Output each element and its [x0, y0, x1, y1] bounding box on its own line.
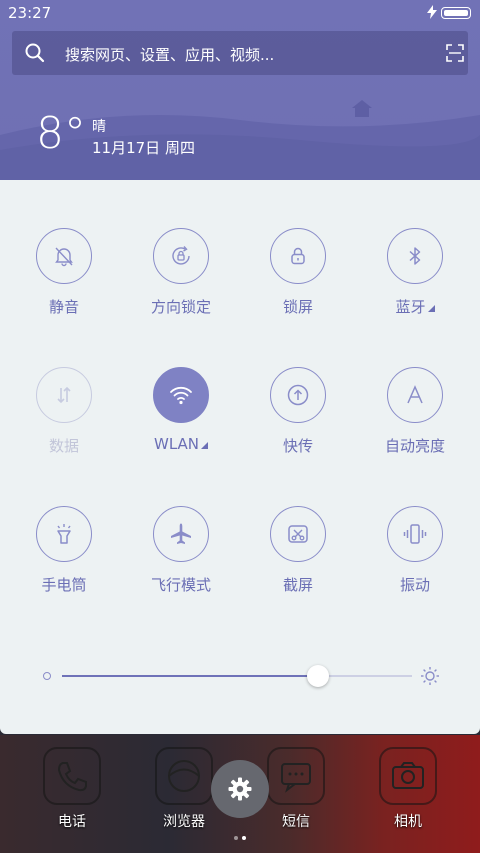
- tile-circle: [36, 506, 92, 562]
- page-indicator: [232, 825, 248, 844]
- gear-icon: [228, 777, 252, 801]
- charging-icon: [427, 5, 437, 19]
- auto-brightness-icon: [407, 385, 423, 404]
- camera-icon: [379, 747, 437, 805]
- search-placeholder: 搜索网页、设置、应用、视频...: [65, 46, 275, 64]
- tile-label: 锁屏: [282, 298, 313, 316]
- brightness-high-icon: [421, 667, 439, 685]
- lock-icon: [291, 247, 305, 265]
- tile-circle: [153, 367, 209, 423]
- page-dot-active: [242, 836, 246, 840]
- tile-circle: [270, 367, 326, 423]
- tile-wlan[interactable]: WLAN: [123, 367, 239, 453]
- tile-mobile-data[interactable]: 数据: [6, 367, 122, 456]
- dock-app-camera[interactable]: 相机: [378, 747, 438, 831]
- tile-label: 手电筒: [41, 576, 87, 594]
- tile-circle: [270, 506, 326, 562]
- bluetooth-icon: [409, 247, 421, 265]
- tile-auto-brightness[interactable]: 自动亮度: [357, 367, 473, 456]
- tile-circle: [36, 367, 92, 423]
- brightness-slider[interactable]: [40, 665, 440, 687]
- tile-label: 静音: [48, 298, 79, 316]
- tile-label: 方向锁定: [150, 298, 211, 316]
- bell-off-icon: [55, 247, 73, 267]
- status-bar: 23:27: [0, 0, 480, 26]
- screenshot-icon: [288, 525, 308, 543]
- tile-mute[interactable]: 静音: [6, 228, 122, 317]
- tile-airplane-mode[interactable]: 飞行模式: [123, 506, 239, 595]
- tile-circle: [36, 228, 92, 284]
- tile-label-text: 蓝牙: [395, 298, 426, 316]
- home-header: 23:27 搜索网页、设置、应用、视频... 8° 晴 11月17日 周四: [0, 0, 480, 180]
- tile-circle: [387, 228, 443, 284]
- tile-lock-screen[interactable]: 锁屏: [240, 228, 356, 317]
- tile-circle: [387, 367, 443, 423]
- tile-vibrate[interactable]: 振动: [357, 506, 473, 595]
- tile-rotation-lock[interactable]: 方向锁定: [123, 228, 239, 317]
- tile-circle: [153, 228, 209, 284]
- weather-temperature: 8°: [36, 108, 86, 159]
- weather-date: 11月17日 周四: [92, 139, 195, 157]
- tile-label: 自动亮度: [384, 437, 445, 455]
- tile-bluetooth[interactable]: 蓝牙: [357, 228, 473, 317]
- tile-label: 蓝牙: [357, 296, 473, 317]
- quick-transfer-icon: [287, 384, 309, 406]
- tile-quick-transfer[interactable]: 快传: [240, 367, 356, 456]
- vibrate-icon: [403, 524, 427, 544]
- battery-icon: [441, 7, 471, 19]
- scan-icon[interactable]: [446, 44, 464, 62]
- messages-icon: [267, 747, 325, 805]
- search-icon: [25, 43, 45, 63]
- dock-app-label: 电话: [58, 814, 86, 830]
- tile-circle: [387, 506, 443, 562]
- brightness-fill: [62, 675, 318, 677]
- weather-condition: 晴: [92, 119, 106, 135]
- mobile-data-icon: [57, 386, 71, 404]
- tile-label: WLAN: [123, 435, 239, 453]
- phone-icon: [43, 747, 101, 805]
- expand-indicator-icon: [427, 305, 435, 312]
- tile-circle: [270, 228, 326, 284]
- tile-circle: [153, 506, 209, 562]
- quick-settings-panel: 静音 方向锁定 锁屏 蓝牙 数据 WLAN 快传 自动亮度 手电筒 飞行模式 截…: [0, 180, 480, 734]
- dock-app-label: 浏览器: [163, 814, 205, 830]
- dock-app-browser[interactable]: 浏览器: [154, 747, 214, 831]
- expand-indicator-icon: [201, 442, 208, 449]
- tile-label: 飞行模式: [150, 576, 211, 594]
- dock-app-label: 相机: [394, 814, 422, 830]
- brightness-low-icon: [43, 672, 51, 680]
- dock-app-label: 短信: [282, 814, 310, 830]
- search-bar[interactable]: 搜索网页、设置、应用、视频...: [12, 31, 468, 75]
- tile-label-text: WLAN: [153, 435, 199, 453]
- brightness-track[interactable]: [62, 665, 412, 687]
- browser-icon: [155, 747, 213, 805]
- tile-label: 振动: [399, 576, 430, 594]
- rotation-lock-icon: [172, 246, 190, 265]
- dock-app-messages[interactable]: 短信: [266, 747, 326, 831]
- tile-label: 数据: [48, 437, 79, 455]
- dock-app-phone[interactable]: 电话: [42, 747, 102, 831]
- page-dot: [234, 836, 238, 840]
- wifi-icon: [170, 386, 192, 405]
- brightness-handle[interactable]: [306, 665, 329, 687]
- status-time: 23:27: [8, 4, 52, 22]
- tile-flashlight[interactable]: 手电筒: [6, 506, 122, 595]
- settings-button[interactable]: [211, 760, 269, 818]
- airplane-icon: [171, 523, 191, 544]
- tile-screenshot[interactable]: 截屏: [240, 506, 356, 595]
- tile-label: 截屏: [282, 576, 313, 594]
- tile-label: 快传: [282, 437, 313, 455]
- flashlight-icon: [57, 524, 71, 544]
